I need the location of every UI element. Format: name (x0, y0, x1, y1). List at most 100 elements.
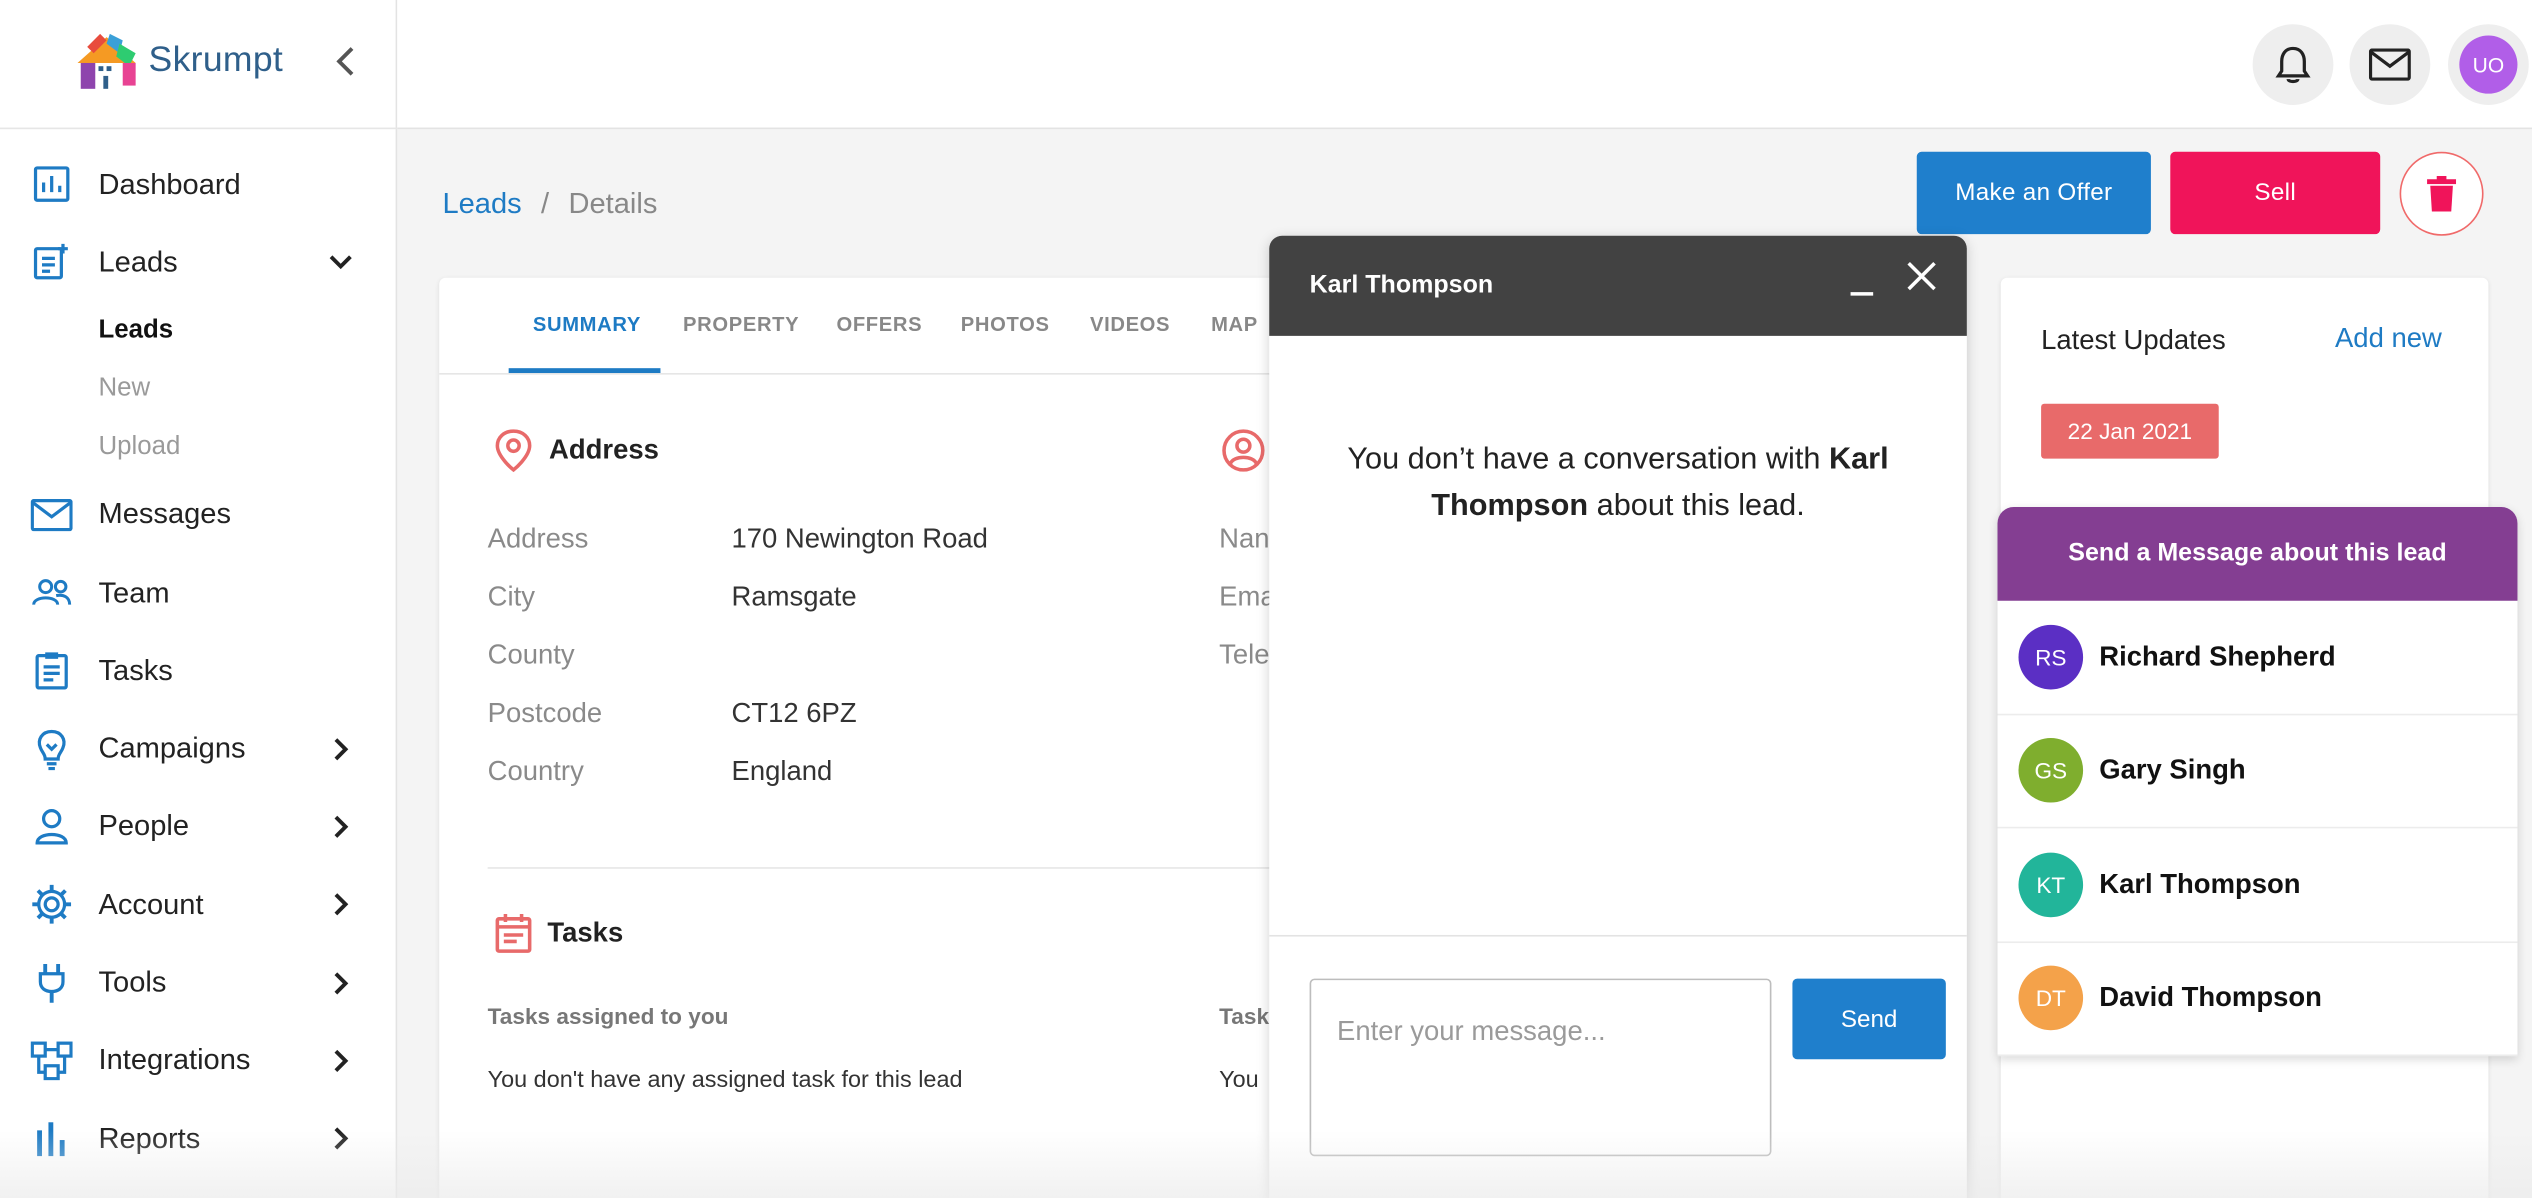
sidebar-item-label: Team (98, 575, 170, 609)
mail-icon (30, 494, 73, 536)
sidebar-item-tasks[interactable]: Tasks (0, 632, 397, 710)
clipboard-icon (31, 650, 73, 692)
contact-item-karl-thompson[interactable]: KT Karl Thompson (1997, 828, 2518, 943)
sidebar: Skrumpt Dashboard Leads Leads New Upload… (0, 0, 398, 1198)
tab-map[interactable]: MAP (1211, 313, 1258, 336)
tab-videos[interactable]: VIDEOS (1090, 313, 1170, 336)
sidebar-subitem-new[interactable]: New (0, 359, 397, 417)
mail-icon (2368, 48, 2411, 81)
breadcrumb-link-leads[interactable]: Leads (442, 187, 521, 221)
county-label: County (487, 639, 575, 671)
contact-item-david-thompson[interactable]: DT David Thompson (1997, 942, 2518, 1057)
make-offer-button[interactable]: Make an Offer (1916, 151, 2151, 235)
messages-button[interactable] (2349, 24, 2431, 105)
bar-chart-icon (31, 1118, 73, 1160)
add-new-update-link[interactable]: Add new (2335, 323, 2442, 355)
city-label: City (487, 581, 535, 613)
contact-item-gary-singh[interactable]: GS Gary Singh (1997, 715, 2518, 829)
tasks-assigned-label: Tasks assigned to you (487, 1002, 729, 1029)
plug-icon (31, 962, 73, 1004)
sidebar-item-team[interactable]: Team (0, 554, 397, 632)
minimize-icon[interactable] (1846, 265, 1882, 301)
avatar: DT (2018, 966, 2084, 1031)
sidebar-item-campaigns[interactable]: Campaigns (0, 710, 397, 788)
chevron-right-icon[interactable] (326, 734, 355, 763)
collapse-sidebar-button[interactable] (329, 45, 361, 81)
avatar: UO (2459, 35, 2518, 94)
sidebar-nav: Dashboard Leads Leads New Upload Message… (0, 145, 397, 1177)
topbar: UO (397, 0, 2532, 130)
chevron-right-icon[interactable] (326, 1046, 355, 1075)
send-button[interactable]: Send (1792, 978, 1946, 1060)
contact-email-label: Ema (1219, 581, 1276, 613)
tasks-other-empty: You (1219, 1067, 1259, 1094)
sidebar-item-messages[interactable]: Messages (0, 476, 397, 554)
send-message-header[interactable]: Send a Message about this lead (1997, 507, 2518, 601)
sidebar-item-label: Dashboard (98, 167, 241, 200)
sidebar-item-account[interactable]: Account (0, 866, 397, 944)
sidebar-item-integrations[interactable]: Integrations (0, 1022, 397, 1100)
logo[interactable]: Skrumpt (71, 23, 283, 97)
sell-button[interactable]: Sell (2170, 151, 2381, 235)
user-menu-button[interactable]: UO (2448, 24, 2529, 105)
delete-button[interactable] (2399, 151, 2484, 236)
tab-summary[interactable]: SUMMARY (533, 313, 641, 336)
update-date-badge: 22 Jan 2021 (2041, 403, 2219, 459)
location-pin-icon (495, 429, 532, 473)
sidebar-item-label: Account (98, 887, 204, 920)
chevron-right-icon[interactable] (326, 968, 355, 997)
contact-person-icon (1222, 429, 1265, 472)
team-icon (31, 572, 73, 614)
close-icon[interactable] (1904, 258, 1940, 294)
lightbulb-icon (31, 728, 73, 770)
country-value: England (731, 755, 833, 787)
sidebar-item-label: Campaigns (98, 731, 246, 765)
sidebar-item-label: People (98, 809, 190, 842)
chevron-down-icon[interactable] (326, 248, 355, 277)
chat-divider (1269, 934, 1967, 937)
sidebar-subitem-upload[interactable]: Upload (0, 418, 397, 476)
breadcrumb-separator: / (541, 187, 550, 220)
app-name: Skrumpt (148, 38, 284, 80)
sidebar-item-people[interactable]: People (0, 788, 397, 866)
send-message-panel: Send a Message about this lead RS Richar… (1997, 507, 2518, 1057)
gear-icon (31, 884, 73, 926)
sidebar-item-label: Messages (98, 497, 231, 531)
avatar: RS (2018, 624, 2084, 690)
sidebar-item-tools[interactable]: Tools (0, 944, 397, 1022)
chevron-right-icon[interactable] (326, 1124, 355, 1153)
chevron-right-icon[interactable] (326, 890, 355, 919)
tab-photos[interactable]: PHOTOS (961, 313, 1050, 336)
sidebar-item-reports[interactable]: Reports (0, 1100, 397, 1178)
person-icon (31, 806, 73, 848)
address-section-title: Address (549, 434, 659, 466)
sidebar-item-dashboard[interactable]: Dashboard (0, 145, 397, 223)
section-divider (487, 867, 1296, 869)
chat-empty-prefix: You don’t have a conversation with (1347, 442, 1829, 477)
trash-icon (2427, 176, 2457, 212)
skrumpt-logo-icon (71, 24, 142, 95)
city-value: Ramsgate (731, 581, 857, 613)
contact-name-label: Nan (1219, 523, 1270, 554)
contact-item-richard-shepherd[interactable]: RS Richard Shepherd (1997, 601, 2518, 715)
message-input[interactable] (1309, 978, 1772, 1157)
chat-empty-suffix: about this lead. (1588, 489, 1805, 524)
contact-name: Richard Shepherd (2099, 640, 2336, 672)
chat-title: Karl Thompson (1309, 271, 1494, 299)
dashboard-icon (31, 163, 73, 205)
chevron-right-icon[interactable] (326, 812, 355, 841)
sidebar-subitem-leads[interactable]: Leads (0, 301, 397, 359)
contact-telephone-label: Tele (1219, 639, 1270, 671)
tasks-assigned-empty: You don't have any assigned task for thi… (487, 1067, 963, 1094)
tabs: SUMMARY PROPERTY OFFERS PHOTOS VIDEOS MA… (439, 278, 1312, 375)
tasks-other-label: Task (1219, 1002, 1270, 1029)
notifications-button[interactable] (2252, 24, 2334, 105)
tab-property[interactable]: PROPERTY (683, 313, 799, 336)
sidebar-item-leads[interactable]: Leads (0, 223, 397, 301)
sidebar-item-label: Reports (98, 1121, 201, 1154)
tasks-section-title: Tasks (547, 917, 624, 948)
address-label: Address (487, 523, 589, 554)
tab-offers[interactable]: OFFERS (836, 313, 922, 336)
breadcrumb: Leads / Details (442, 187, 657, 221)
chat-header: Karl Thompson (1269, 235, 1967, 336)
